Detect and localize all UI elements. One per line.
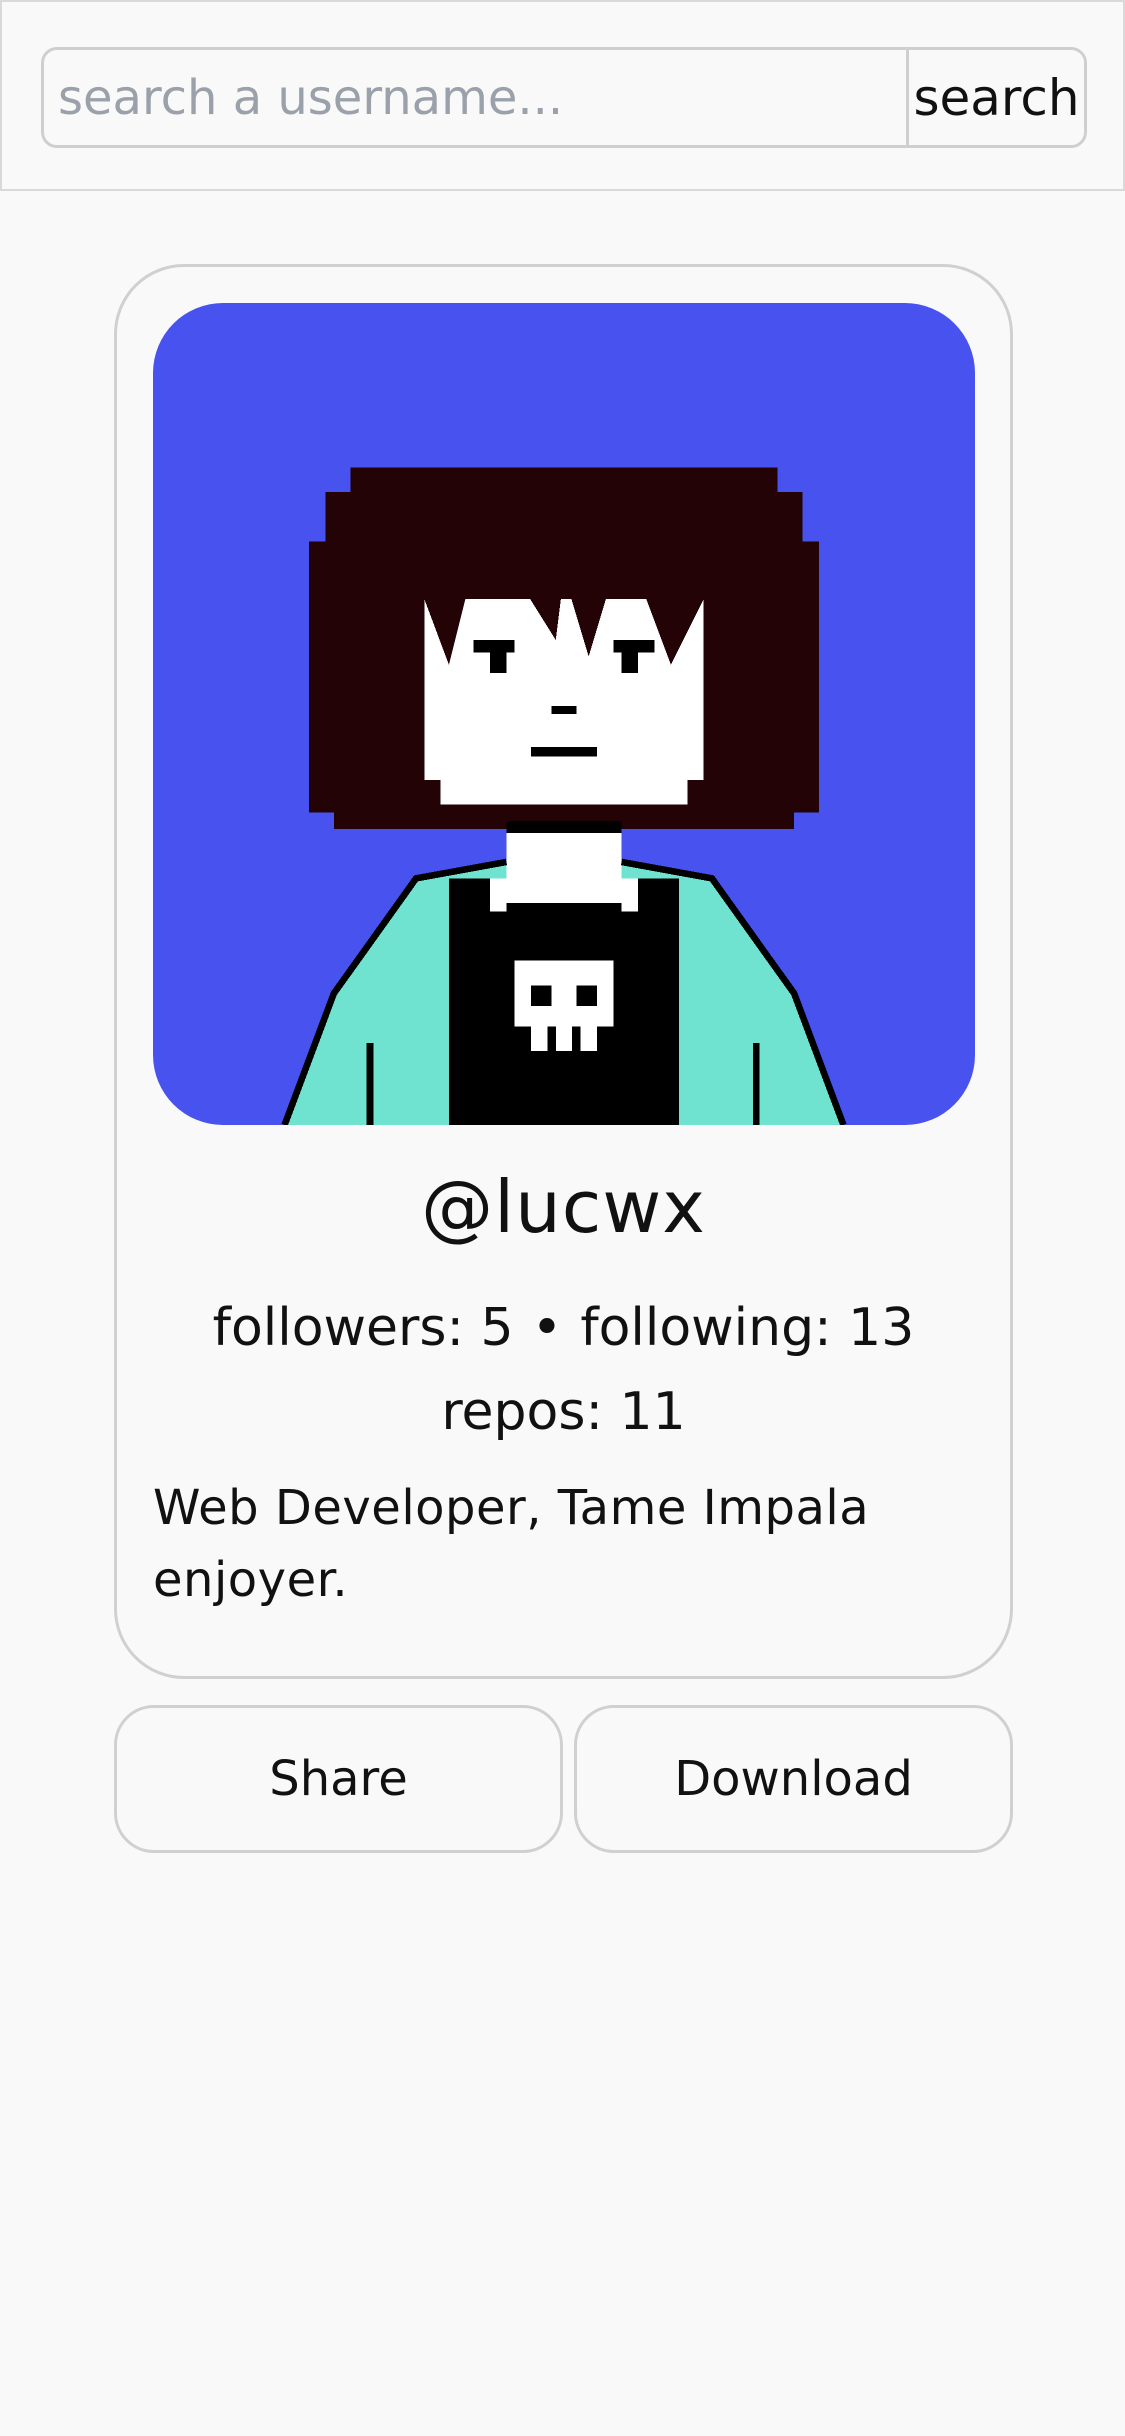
search-button[interactable]: search xyxy=(906,50,1084,145)
stats-line-1: followers: 5 • following: 13 xyxy=(117,1286,1010,1370)
username: @lucwx xyxy=(421,1165,706,1249)
followers-count: followers: 5 xyxy=(212,1298,514,1358)
pixel-art-avatar-icon xyxy=(281,467,847,1125)
bio: Web Developer, Tame Impala enjoyer. xyxy=(153,1480,870,1608)
share-button[interactable]: Share xyxy=(114,1705,563,1853)
search-field-group: search xyxy=(41,47,1087,148)
download-button[interactable]: Download xyxy=(574,1705,1013,1853)
repos-count: repos: 11 xyxy=(441,1382,686,1442)
search-input[interactable] xyxy=(44,50,906,145)
profile-stats: followers: 5 • following: 13 repos: 11 xyxy=(117,1286,1010,1454)
avatar xyxy=(153,303,975,1125)
following-count: following: 13 xyxy=(580,1298,915,1358)
profile-card: @lucwx followers: 5 • following: 13 repos:… xyxy=(114,264,1013,1679)
search-bar: search xyxy=(0,0,1125,191)
stats-separator: • xyxy=(531,1298,563,1358)
